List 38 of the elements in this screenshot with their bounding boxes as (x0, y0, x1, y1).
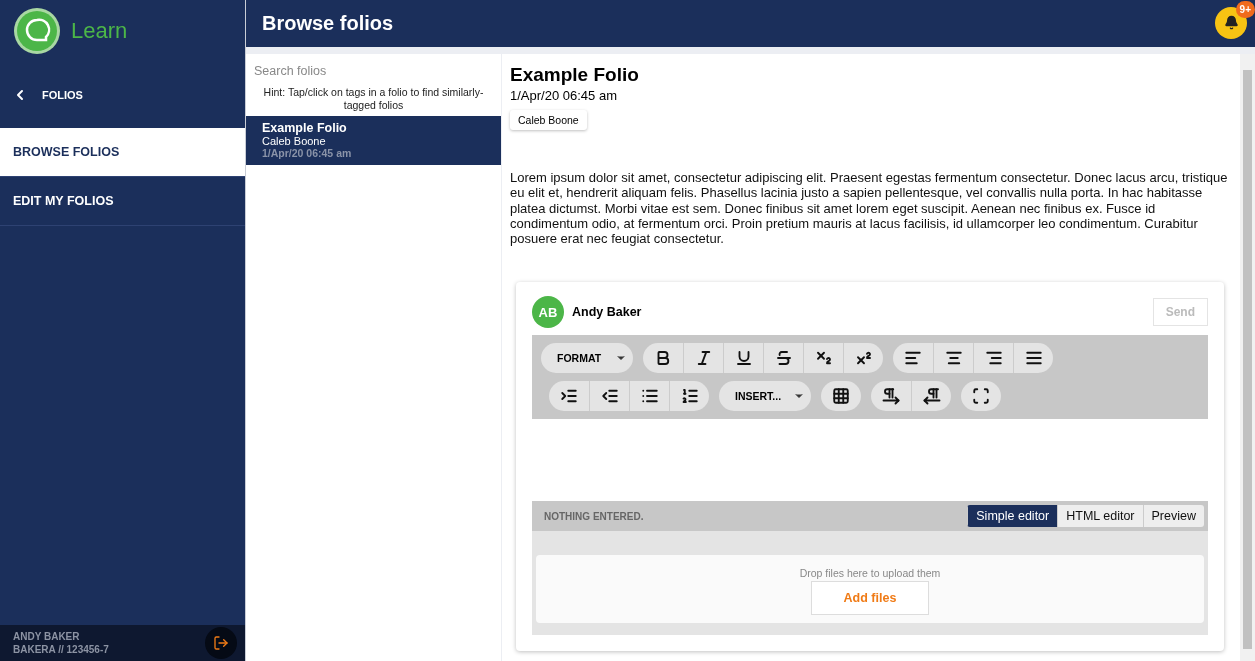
logout-button[interactable] (205, 627, 237, 659)
rtl-icon (922, 387, 941, 406)
folio-date: 1/Apr/20 06:45 am (510, 88, 618, 103)
drop-zone[interactable]: Drop files here to upload them Add files (536, 555, 1204, 624)
folio-date: 1/Apr/20 06:45 am (262, 147, 353, 159)
page-title: Browse folios (262, 12, 394, 35)
strikethrough-icon (774, 349, 793, 368)
bell-icon (1223, 15, 1239, 30)
logout-icon (213, 635, 229, 651)
author-name: Andy Baker (572, 305, 643, 320)
insert-dropdown[interactable]: INSERT... (719, 381, 811, 412)
folio-author: Caleb Boone (262, 135, 327, 147)
ltr-icon (882, 387, 900, 406)
brand-name: Learn (71, 18, 128, 44)
tag-chip[interactable]: Caleb Boone (510, 110, 587, 130)
editor-mode-tab[interactable]: Preview (1142, 505, 1204, 528)
underline-icon (734, 349, 753, 368)
drop-hint: Drop files here to upload them (799, 567, 941, 580)
numbered-list-icon (680, 387, 699, 406)
table-icon (832, 387, 850, 406)
hint-text: Hint: Tap/click on tags in a folio to find similarly-tagged folios (262, 85, 485, 113)
user-name: ANDY BAKER (13, 630, 81, 643)
folio-heading: Example Folio (510, 64, 640, 86)
editor-mode-tab[interactable]: Simple editor (967, 505, 1058, 528)
folio-item[interactable]: Example Folio Caleb Boone 1/Apr/20 06:45 am (246, 116, 501, 165)
logo-icon (13, 7, 61, 55)
editor-mode-tab[interactable]: HTML editor (1057, 505, 1143, 528)
notification-badge: 9+ (1235, 0, 1255, 18)
avatar: AB (532, 296, 564, 329)
scrollbar[interactable] (1240, 54, 1255, 661)
fullscreen-icon (972, 387, 990, 406)
folio-body: Lorem ipsum dolor sit amet, consectetur adipiscing elit. Praesent egestas fermentum consectetur. Donec lacus arcu, tristique eu elit et, hendrerit aliquam felis. Phasellus lacinia justo a sapien pellentesque, vel convallis nulla porta. In hac habitasse platea dictumst. Morbi vitae est sem. Donec finibus sit amet lorem eget suscipit. Aenean nec finibus ex. Fusce id condimentum odio, at fermentum orci. Proin pretium mauris at lacus facilisis, id ullamcorper leo condimentum. Curabitur posuere erat nec feugiat consectetur. (510, 170, 1229, 247)
back-link[interactable]: FOLIOS (0, 62, 245, 128)
folio-title: Example Folio (262, 121, 348, 135)
nav-item[interactable]: BROWSE FOLIOS (0, 128, 245, 177)
user-id: BAKERA // 123456-7 (13, 643, 109, 656)
format-dropdown[interactable]: FORMAT (541, 343, 633, 374)
status-text: NOTHING ENTERED. (544, 511, 644, 522)
